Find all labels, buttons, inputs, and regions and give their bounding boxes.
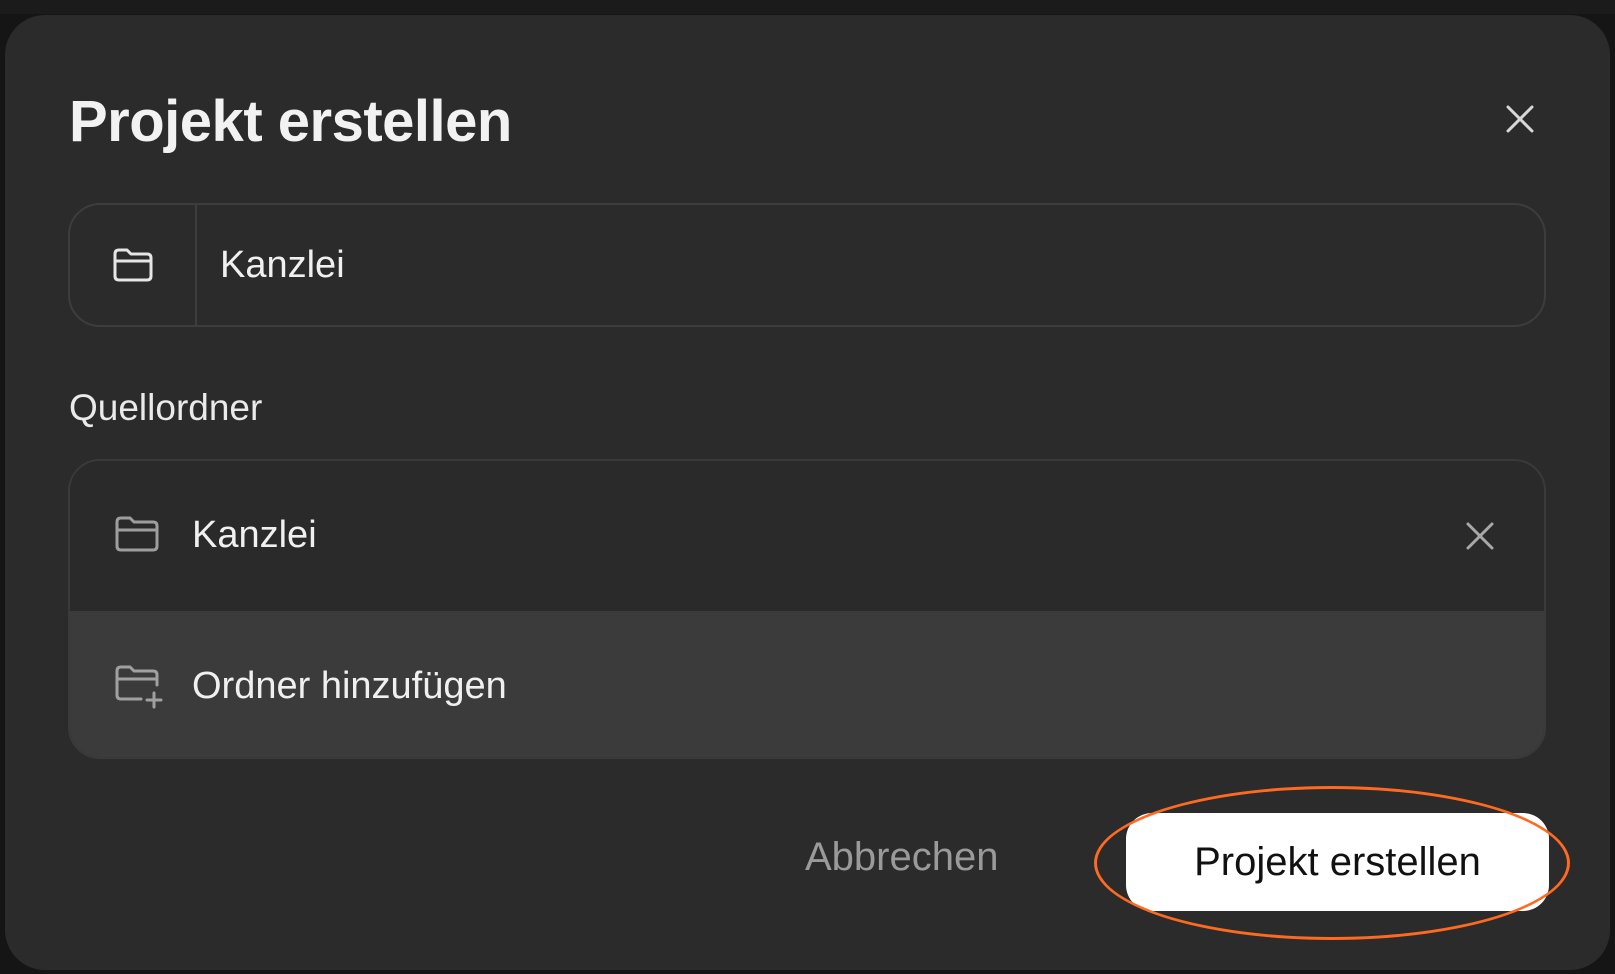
add-folder-label: Ordner hinzufügen: [192, 665, 507, 707]
source-folders-label: Quellordner: [69, 387, 263, 428]
close-icon: [1466, 522, 1494, 550]
folder-plus-icon: [114, 663, 166, 714]
create-project-button[interactable]: Projekt erstellen: [1126, 813, 1549, 911]
cancel-button[interactable]: Abbrechen: [805, 832, 998, 882]
source-folder-list: Kanzlei Ordner hinzufügen: [68, 459, 1546, 759]
source-folder-name: Kanzlei: [192, 514, 317, 556]
add-folder-button[interactable]: Ordner hinzufügen: [70, 611, 1544, 757]
folder-icon: [113, 248, 152, 282]
remove-folder-button[interactable]: [1460, 516, 1500, 556]
close-icon: [1506, 105, 1534, 133]
background-window-edge: [0, 0, 1615, 14]
create-project-dialog: Projekt erstellen Quellordner Kanzlei: [5, 15, 1610, 970]
folder-icon: [114, 514, 160, 559]
project-name-input[interactable]: [220, 205, 1510, 325]
dialog-title: Projekt erstellen: [69, 89, 512, 154]
dialog-close-button[interactable]: [1500, 99, 1540, 139]
project-name-icon-box: [70, 205, 197, 325]
project-name-field[interactable]: [68, 203, 1546, 327]
source-folder-item: Kanzlei: [70, 461, 1544, 611]
